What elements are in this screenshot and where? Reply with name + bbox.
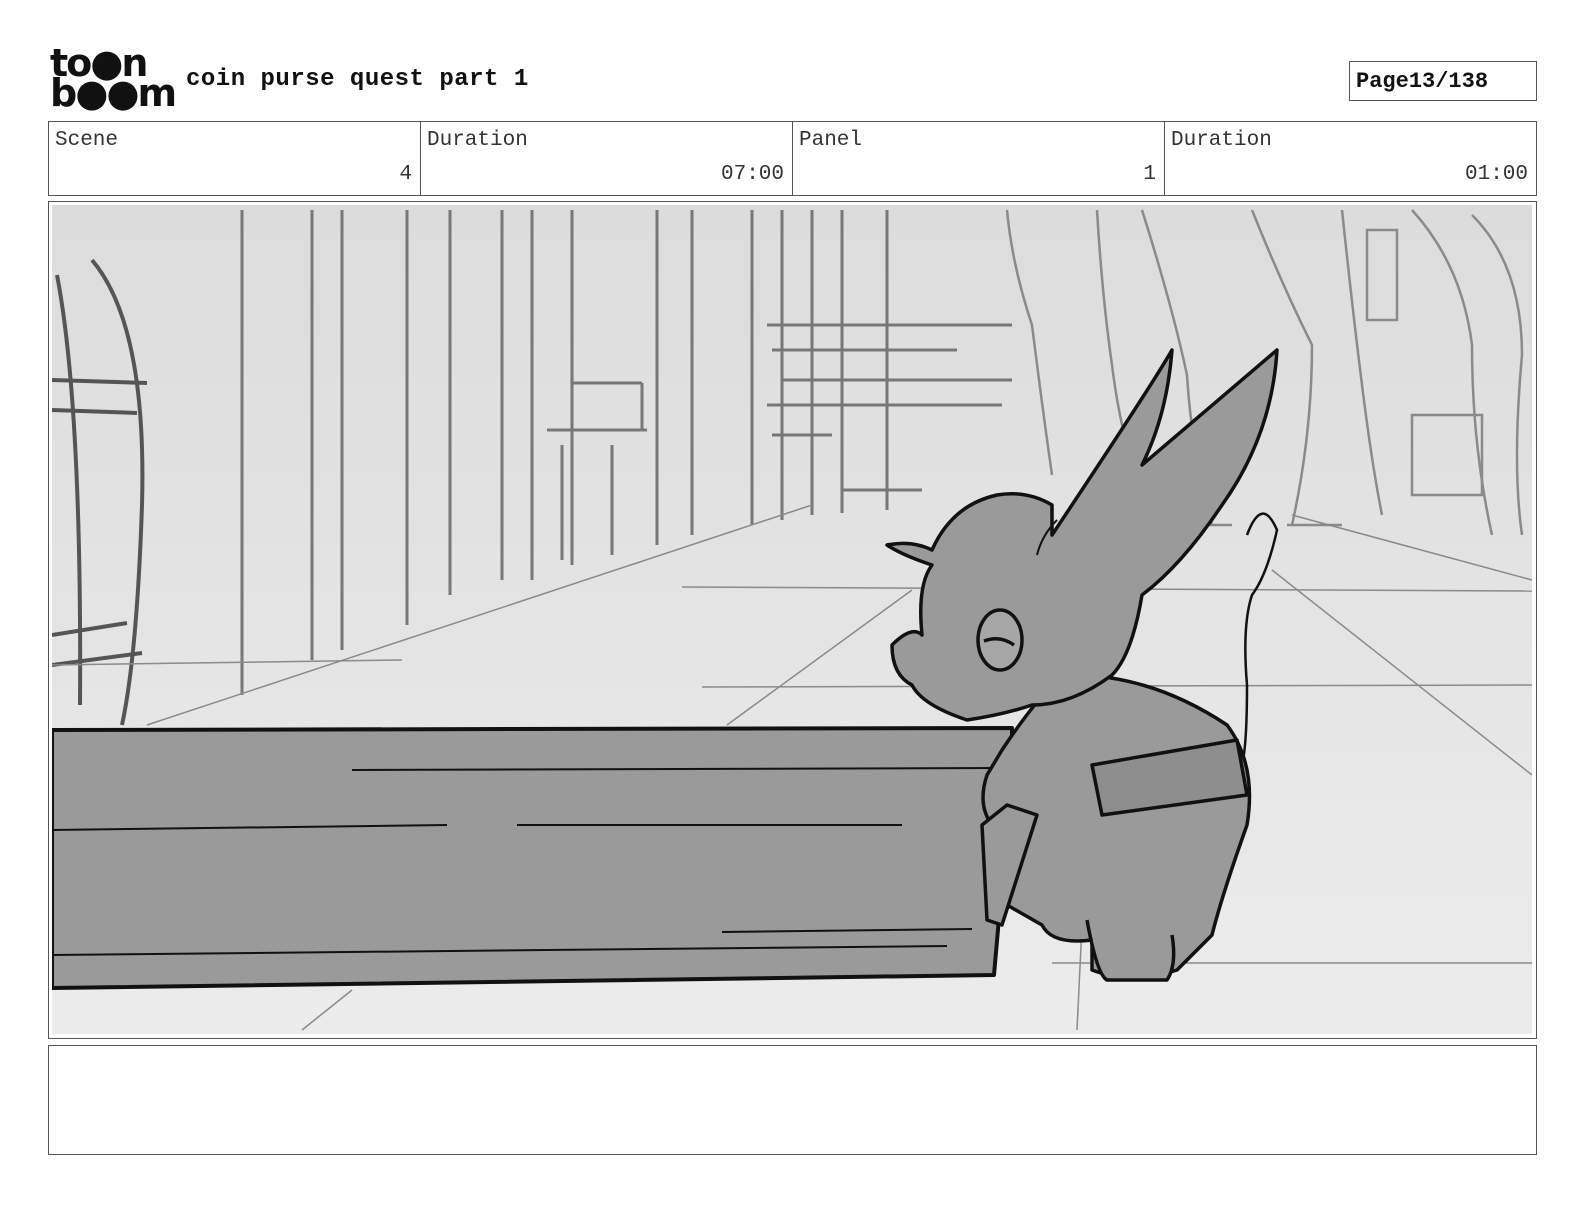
storyboard-panel — [48, 201, 1537, 1039]
scene-cell: Scene 4 — [49, 122, 421, 195]
storyboard-sketch-image — [52, 205, 1532, 1034]
panel-duration-label: Duration — [1171, 129, 1272, 152]
panel-duration-cell: Duration 01:00 — [1165, 122, 1536, 195]
scene-info-row: Scene 4 Duration 07:00 Panel 1 Duration … — [48, 121, 1537, 196]
project-title: coin purse quest part 1 — [186, 66, 529, 93]
logo-line-2: b●●m — [50, 71, 177, 115]
scene-label: Scene — [55, 129, 119, 152]
scene-duration-label: Duration — [427, 129, 528, 152]
toonboom-logo: to●n b●●m — [50, 44, 177, 115]
panel-cell: Panel 1 — [793, 122, 1165, 195]
scene-value: 4 — [399, 163, 412, 186]
panel-notes-box — [48, 1045, 1537, 1155]
scene-duration-value: 07:00 — [720, 163, 784, 186]
panel-value: 1 — [1143, 163, 1156, 186]
scene-duration-cell: Duration 07:00 — [421, 122, 793, 195]
page-number: 13/138 — [1408, 68, 1489, 94]
panel-label: Panel — [799, 129, 863, 152]
page-label: Page — [1356, 68, 1409, 94]
log-beam — [52, 726, 1014, 990]
page-indicator: Page 13/138 — [1349, 61, 1537, 101]
panel-duration-value: 01:00 — [1464, 163, 1528, 186]
